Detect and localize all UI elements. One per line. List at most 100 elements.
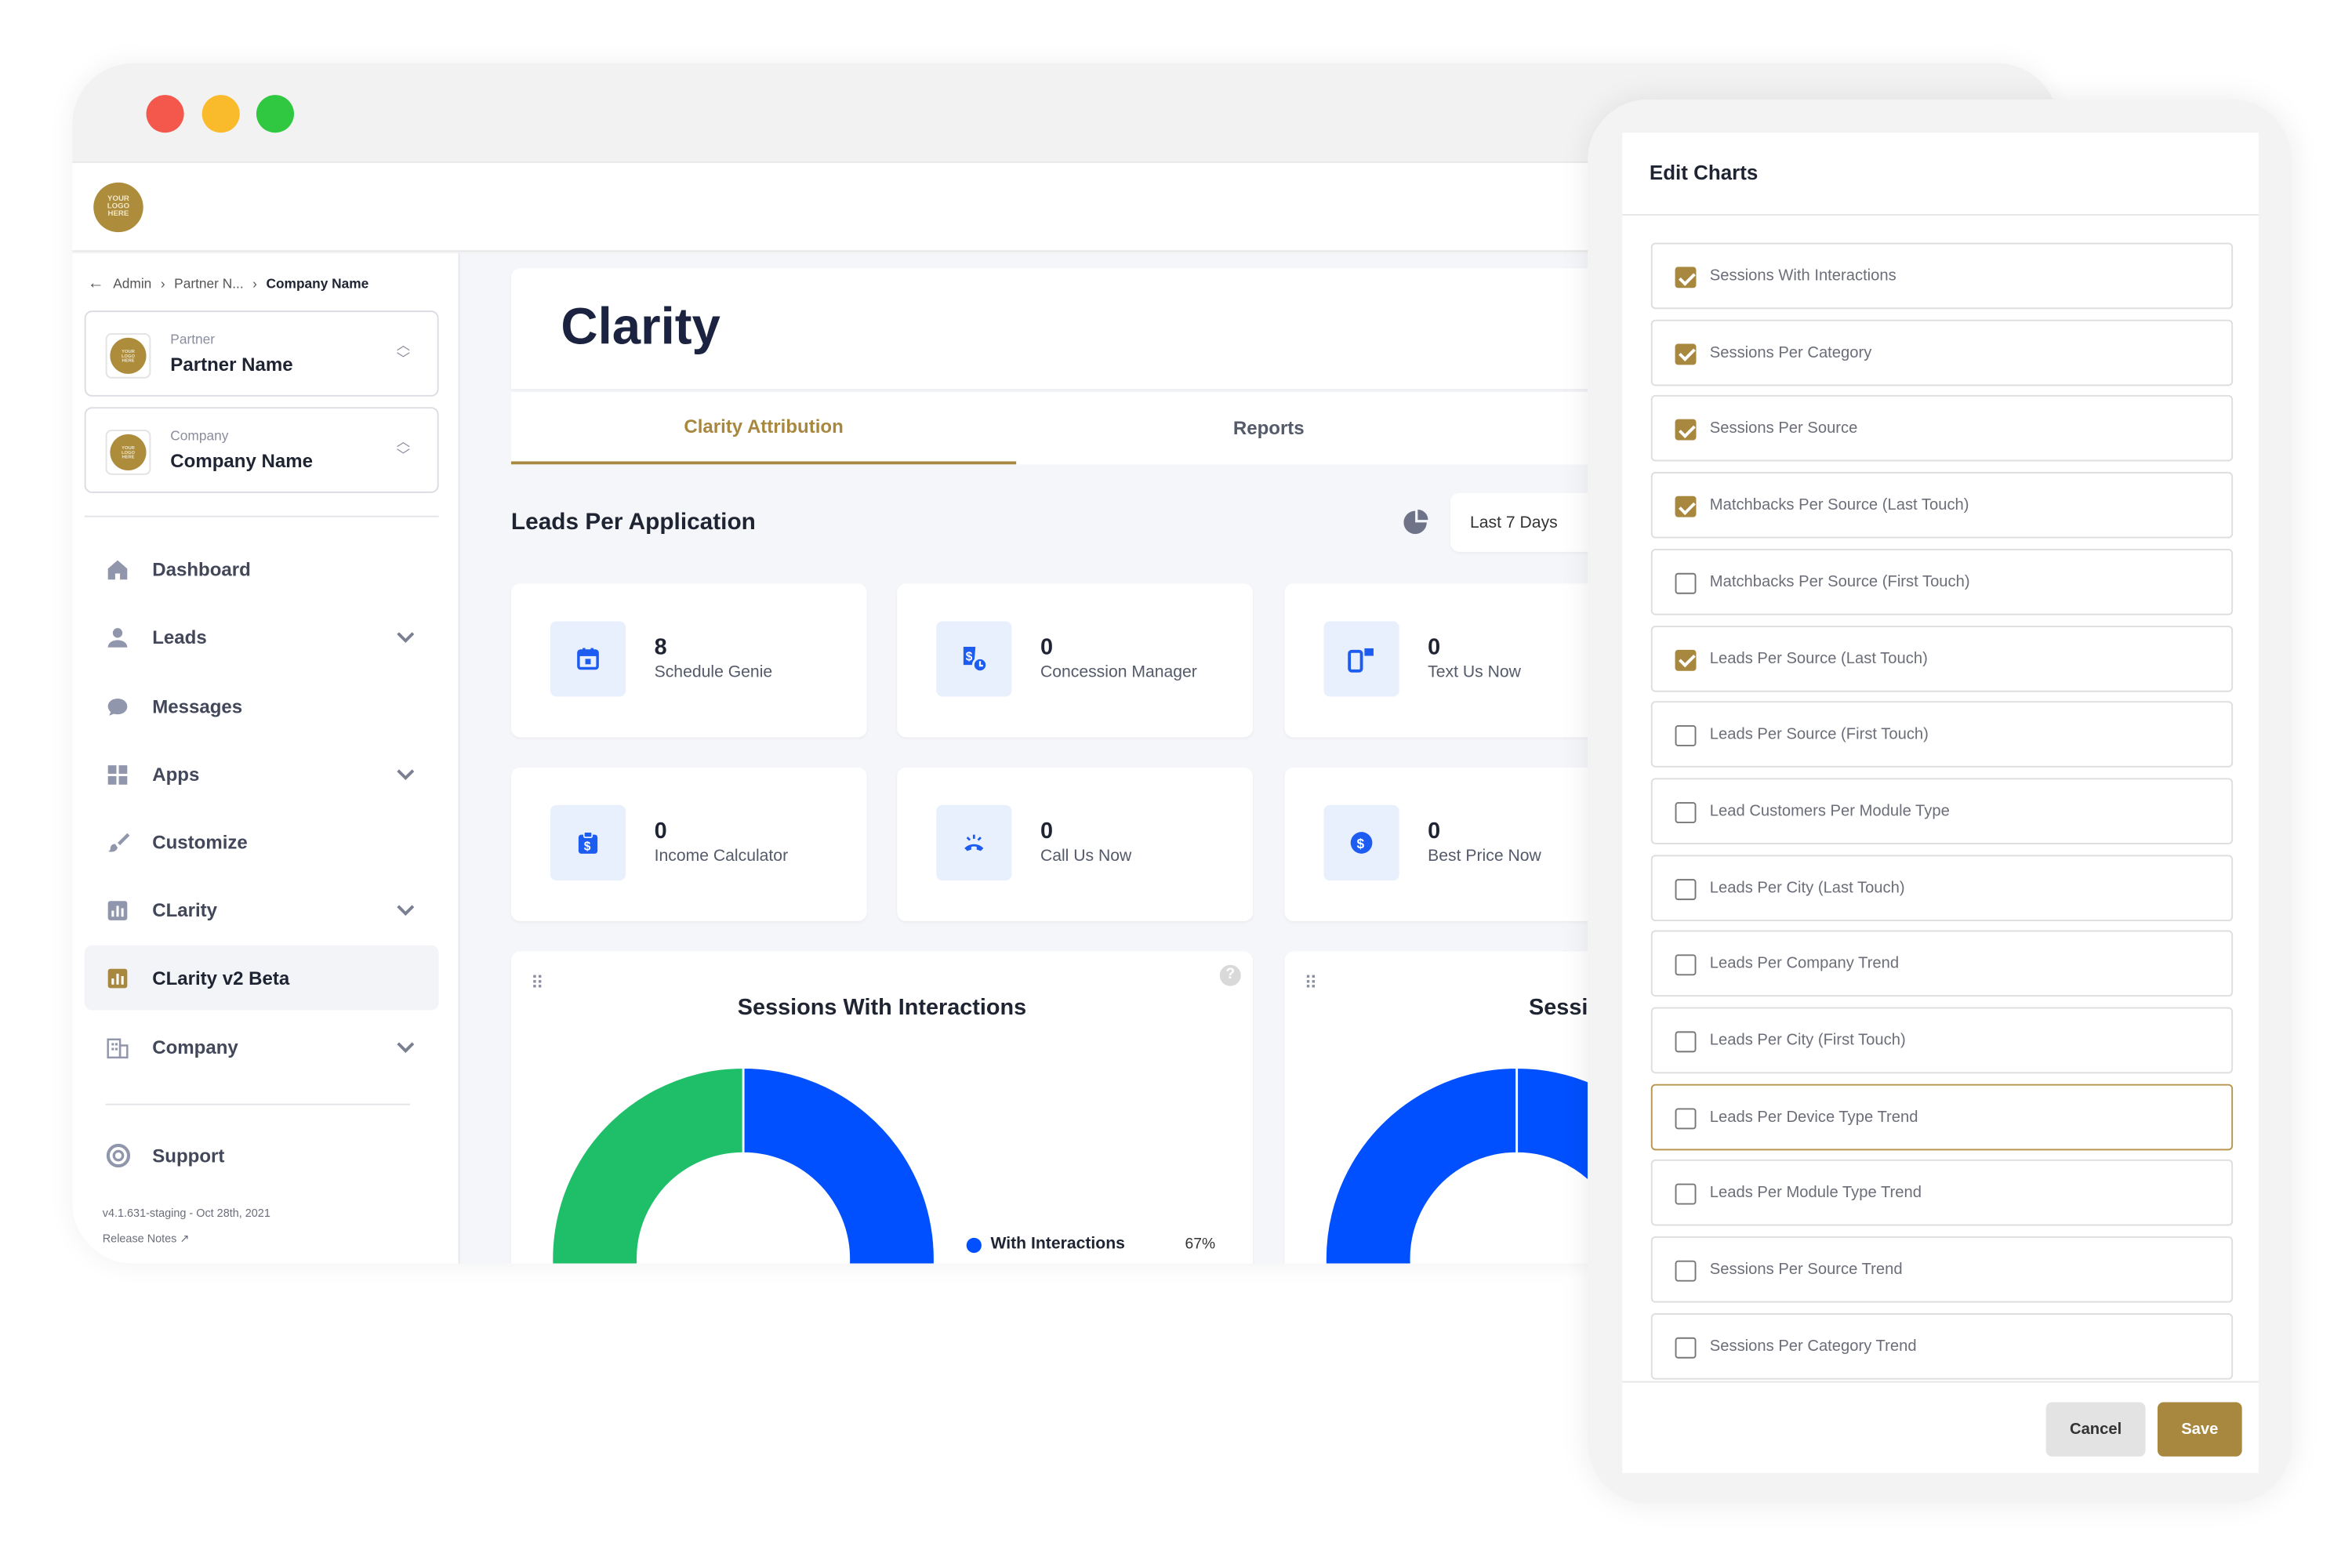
cancel-button[interactable]: Cancel bbox=[2045, 1402, 2146, 1457]
stat-card[interactable]: $0 Income Calculator bbox=[510, 767, 867, 922]
chevron-down-icon[interactable] bbox=[397, 626, 415, 653]
chart-option-label: Sessions Per Category Trend bbox=[1709, 1337, 1917, 1356]
chart-option[interactable]: Leads Per Device Type Trend bbox=[1650, 1083, 2234, 1150]
sidebar-item-support[interactable]: Support bbox=[85, 1123, 439, 1189]
stat-card[interactable]: $0 Concession Manager bbox=[897, 583, 1254, 738]
phone-ring-icon bbox=[936, 804, 1012, 881]
minimize-window-button[interactable] bbox=[201, 95, 240, 133]
stat-card[interactable]: 0 Call Us Now bbox=[897, 767, 1254, 922]
chart-option[interactable]: Sessions Per Source Trend bbox=[1650, 1236, 2234, 1303]
checkbox[interactable] bbox=[1675, 878, 1697, 900]
donut-chart bbox=[550, 1066, 936, 1264]
stat-value: 0 bbox=[654, 818, 667, 844]
checkbox[interactable] bbox=[1675, 801, 1697, 823]
chart-option-label: Leads Per Source (First Touch) bbox=[1709, 725, 1929, 744]
brush-icon bbox=[104, 829, 132, 856]
svg-text:$: $ bbox=[1357, 836, 1365, 851]
stat-card[interactable]: 0 Text Us Now bbox=[1284, 583, 1602, 738]
sidebar: ← Admin › Partner N... › Company Name YOUR… bbox=[72, 253, 460, 1264]
checkbox[interactable] bbox=[1675, 1337, 1697, 1359]
breadcrumb-current: Company Name bbox=[266, 275, 369, 292]
chart-option[interactable]: Leads Per Source (First Touch) bbox=[1650, 701, 2234, 768]
sidebar-item-apps[interactable]: Apps bbox=[85, 742, 439, 807]
chart-option-label: Leads Per City (Last Touch) bbox=[1709, 878, 1905, 897]
chart-option-label: Leads Per Source (Last Touch) bbox=[1709, 648, 1928, 667]
chart-option[interactable]: Leads Per Source (Last Touch) bbox=[1650, 625, 2234, 691]
chevron-down-icon[interactable] bbox=[397, 763, 415, 790]
chart-option[interactable]: Sessions Per Source bbox=[1650, 395, 2234, 463]
chevron-right-icon: › bbox=[252, 275, 257, 292]
legend-value: 67% bbox=[1185, 1236, 1216, 1254]
checkbox[interactable] bbox=[1675, 1031, 1697, 1053]
checkbox[interactable] bbox=[1675, 648, 1697, 670]
save-button[interactable]: Save bbox=[2157, 1402, 2242, 1457]
company-logo: YOUR LOGO HERE bbox=[105, 430, 151, 475]
chart-card: ⠿ ? Sessions With Interactions With Inte… bbox=[510, 951, 1254, 1264]
up-down-chevron-icon: ︿ ﹀ bbox=[396, 337, 411, 367]
calendar-icon bbox=[550, 621, 626, 697]
checkbox[interactable] bbox=[1675, 954, 1697, 976]
divider bbox=[84, 515, 439, 517]
company-selector[interactable]: YOUR LOGO HERE Company Company Name ︿ ﹀ bbox=[84, 407, 439, 493]
checkbox[interactable] bbox=[1675, 725, 1697, 747]
sidebar-item-messages[interactable]: Messages bbox=[85, 674, 439, 739]
sidebar-item-label: CLarity v2 Beta bbox=[152, 967, 290, 989]
chart-option[interactable]: Sessions With Interactions bbox=[1650, 242, 2234, 310]
checkbox[interactable] bbox=[1675, 1184, 1697, 1206]
release-notes-link[interactable]: Release Notes ↗ bbox=[103, 1232, 190, 1245]
checkbox[interactable] bbox=[1675, 1107, 1697, 1129]
checkbox[interactable] bbox=[1675, 343, 1697, 365]
back-arrow-icon[interactable]: ← bbox=[88, 274, 104, 292]
chart-option[interactable]: Leads Per Module Type Trend bbox=[1650, 1160, 2234, 1227]
chart-option-label: Sessions Per Source bbox=[1709, 419, 1858, 438]
chart-option-label: Matchbacks Per Source (First Touch) bbox=[1709, 572, 1970, 591]
chart-option-label: Leads Per City (First Touch) bbox=[1709, 1031, 1906, 1050]
stat-value: 0 bbox=[1428, 634, 1441, 661]
user-icon bbox=[104, 623, 132, 651]
sidebar-item-customize[interactable]: Customize bbox=[85, 810, 439, 875]
sidebar-item-label: Apps bbox=[152, 764, 200, 785]
stat-card[interactable]: 8 Schedule Genie bbox=[510, 583, 867, 738]
chevron-down-icon[interactable] bbox=[397, 898, 415, 926]
chart-option[interactable]: Matchbacks Per Source (Last Touch) bbox=[1650, 472, 2234, 539]
chart-option[interactable]: Sessions Per Category bbox=[1650, 319, 2234, 386]
chart-option[interactable]: Leads Per City (First Touch) bbox=[1650, 1007, 2234, 1074]
partner-label: Partner bbox=[170, 332, 216, 347]
sidebar-item-leads[interactable]: Leads bbox=[85, 604, 439, 670]
checkbox[interactable] bbox=[1675, 419, 1697, 441]
sidebar-item-dashboard[interactable]: Dashboard bbox=[85, 537, 439, 602]
donut-slice[interactable] bbox=[550, 1066, 745, 1264]
close-window-button[interactable] bbox=[146, 95, 184, 133]
sidebar-item-clarity[interactable]: CLarity bbox=[85, 877, 439, 942]
sidebar-item-clarity-v2-beta[interactable]: CLarity v2 Beta bbox=[84, 945, 439, 1011]
chart-option[interactable]: Matchbacks Per Source (First Touch) bbox=[1650, 548, 2234, 615]
chart-option[interactable]: Leads Per Company Trend bbox=[1650, 931, 2234, 997]
chart-option-label: Leads Per Module Type Trend bbox=[1709, 1184, 1922, 1203]
divider bbox=[105, 1103, 411, 1105]
tab-reports[interactable]: Reports bbox=[1016, 392, 1521, 464]
stat-card[interactable]: $0 Best Price Now bbox=[1284, 767, 1602, 922]
maximize-window-button[interactable] bbox=[256, 95, 295, 133]
tab-clarity-attribution[interactable]: Clarity Attribution bbox=[510, 392, 1017, 465]
chart-option[interactable]: Leads Per City (Last Touch) bbox=[1650, 854, 2234, 921]
pie-chart-icon[interactable] bbox=[1403, 510, 1431, 537]
date-range-dropdown[interactable]: Last 7 Days bbox=[1450, 492, 1602, 552]
breadcrumb-item[interactable]: Admin bbox=[113, 276, 151, 291]
sidebar-item-company[interactable]: Company bbox=[85, 1014, 439, 1080]
breadcrumb-item[interactable]: Partner N... bbox=[174, 276, 243, 291]
up-down-chevron-icon: ︿ ﹀ bbox=[396, 434, 411, 463]
divider bbox=[1622, 214, 2259, 216]
partner-selector[interactable]: YOUR LOGO HERE Partner Partner Name ︿ ﹀ bbox=[84, 310, 439, 397]
app-logo[interactable]: YOUR LOGO HERE bbox=[93, 182, 143, 233]
sidebar-item-label: Dashboard bbox=[152, 558, 251, 580]
checkbox[interactable] bbox=[1675, 572, 1697, 594]
price-tag-clock-icon: $ bbox=[936, 621, 1012, 697]
divider bbox=[1622, 1381, 2259, 1383]
checkbox[interactable] bbox=[1675, 267, 1697, 289]
legend-label: With Interactions bbox=[990, 1235, 1125, 1254]
chevron-down-icon[interactable] bbox=[397, 1036, 415, 1063]
checkbox[interactable] bbox=[1675, 1260, 1697, 1282]
checkbox[interactable] bbox=[1675, 495, 1697, 517]
chart-option[interactable]: Sessions Per Category Trend bbox=[1650, 1312, 2234, 1380]
chart-option[interactable]: Lead Customers Per Module Type bbox=[1650, 778, 2234, 844]
